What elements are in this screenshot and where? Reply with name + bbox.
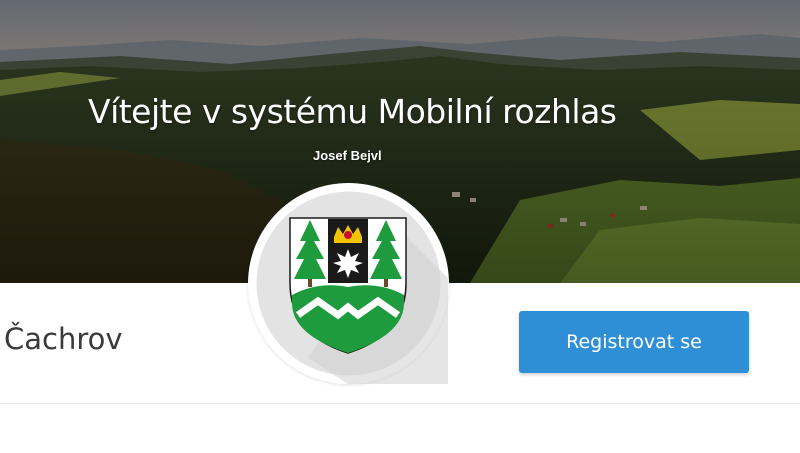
user-name: Josef Bejvl bbox=[313, 148, 382, 163]
town-emblem-badge bbox=[248, 183, 449, 384]
section-divider bbox=[0, 403, 800, 404]
register-button[interactable]: Registrovat se bbox=[519, 311, 749, 373]
coat-of-arms-icon bbox=[256, 191, 448, 384]
welcome-title: Vítejte v systému Mobilní rozhlas bbox=[88, 92, 617, 131]
town-name: Čachrov bbox=[4, 322, 123, 356]
